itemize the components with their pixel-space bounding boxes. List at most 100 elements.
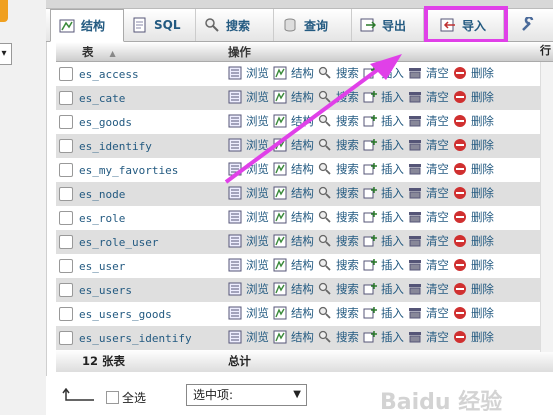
browse-action[interactable]: 浏览: [228, 233, 269, 249]
insert-icon: [363, 283, 377, 295]
database-select[interactable]: ▾: [0, 43, 12, 65]
insert-action[interactable]: 插入: [363, 209, 404, 225]
empty-icon: [408, 308, 421, 319]
insert-action[interactable]: 插入: [363, 233, 404, 249]
search-action[interactable]: 搜索: [318, 281, 359, 297]
insert-icon: [363, 259, 377, 271]
search-action[interactable]: 搜索: [318, 233, 359, 249]
browse-icon: [228, 282, 242, 296]
table-name-link[interactable]: es_user: [79, 260, 203, 273]
tab-structure[interactable]: 结构: [50, 9, 124, 42]
structure-action[interactable]: 结构: [273, 257, 314, 273]
row-checkbox[interactable]: [59, 307, 73, 322]
tab-operations[interactable]: [512, 9, 553, 41]
row-checkbox[interactable]: [59, 91, 73, 106]
import-highlight-box: [424, 6, 508, 43]
drop-action[interactable]: 删除: [453, 281, 494, 297]
row-checkbox[interactable]: [59, 115, 73, 130]
row-checkbox[interactable]: [59, 139, 73, 154]
drop-action[interactable]: 删除: [453, 89, 494, 105]
table-name-link[interactable]: es_users_goods: [79, 308, 203, 321]
search-action[interactable]: 搜索: [318, 257, 359, 273]
drop-action[interactable]: 删除: [453, 305, 494, 321]
select-all-checkbox[interactable]: [106, 391, 119, 404]
search-action[interactable]: 搜索: [318, 305, 359, 321]
row-checkbox[interactable]: [59, 235, 73, 250]
insert-action[interactable]: 插入: [363, 305, 404, 321]
table-name-link[interactable]: es_role_user: [79, 236, 203, 249]
browse-icon: [228, 210, 242, 224]
structure-icon: [273, 306, 287, 320]
row-checkbox[interactable]: [59, 163, 73, 178]
drop-action[interactable]: 删除: [453, 209, 494, 225]
browse-action[interactable]: 浏览: [228, 329, 269, 345]
drop-icon: [453, 163, 466, 175]
browse-icon: [228, 258, 242, 272]
row-checkbox[interactable]: [59, 259, 73, 274]
tab-export[interactable]: 导出: [352, 9, 424, 41]
table-column-header[interactable]: 表 ▲: [56, 42, 228, 62]
structure-action[interactable]: 结构: [273, 233, 314, 249]
table-name-link[interactable]: es_users: [79, 284, 203, 297]
row-checkbox[interactable]: [59, 67, 73, 82]
table-name-link[interactable]: es_users_identify: [79, 332, 203, 345]
insert-action[interactable]: 插入: [363, 257, 404, 273]
tab-search[interactable]: 搜索: [196, 9, 274, 41]
table-name-link[interactable]: es_cate: [79, 92, 203, 105]
structure-action[interactable]: 结构: [273, 305, 314, 321]
drop-action[interactable]: 删除: [453, 257, 494, 273]
empty-action[interactable]: 清空: [408, 65, 449, 81]
table-row: es_users_goods 浏览 结构 搜索 插入 清空 删除: [56, 302, 553, 326]
select-all-label[interactable]: 全选: [122, 389, 146, 406]
empty-action[interactable]: 清空: [408, 209, 449, 225]
empty-action[interactable]: 清空: [408, 113, 449, 129]
table-name-link[interactable]: es_node: [79, 188, 203, 201]
drop-action[interactable]: 删除: [453, 137, 494, 153]
search-action[interactable]: 搜索: [318, 209, 359, 225]
with-selected-dropdown[interactable]: 选中项: ▼: [186, 384, 307, 406]
drop-icon: [453, 139, 466, 151]
table-name-link[interactable]: es_role: [79, 212, 203, 225]
row-checkbox[interactable]: [59, 211, 73, 226]
browse-action[interactable]: 浏览: [228, 281, 269, 297]
drop-icon: [453, 259, 466, 271]
browse-action[interactable]: 浏览: [228, 257, 269, 273]
browse-action[interactable]: 浏览: [228, 209, 269, 225]
browse-action[interactable]: 浏览: [228, 305, 269, 321]
drop-action[interactable]: 删除: [453, 113, 494, 129]
drop-action[interactable]: 删除: [453, 65, 494, 81]
drop-action[interactable]: 删除: [453, 233, 494, 249]
table-name-link[interactable]: es_goods: [79, 116, 203, 129]
browse-icon: [228, 330, 242, 344]
row-checkbox[interactable]: [59, 331, 73, 346]
empty-action[interactable]: 清空: [408, 137, 449, 153]
drop-action[interactable]: 删除: [453, 185, 494, 201]
row-checkbox[interactable]: [59, 283, 73, 298]
empty-action[interactable]: 清空: [408, 89, 449, 105]
empty-icon: [408, 236, 421, 247]
empty-action[interactable]: 清空: [408, 233, 449, 249]
drop-action[interactable]: 删除: [453, 329, 494, 345]
tab-query[interactable]: 查询: [274, 9, 352, 41]
empty-action[interactable]: 清空: [408, 329, 449, 345]
empty-action[interactable]: 清空: [408, 257, 449, 273]
structure-action[interactable]: 结构: [273, 281, 314, 297]
empty-action[interactable]: 清空: [408, 305, 449, 321]
table-row: es_role 浏览 结构 搜索 插入 清空 删除: [56, 206, 553, 230]
structure-action[interactable]: 结构: [273, 209, 314, 225]
table-name-link[interactable]: es_identify: [79, 140, 203, 153]
empty-action[interactable]: 清空: [408, 185, 449, 201]
table-name-link[interactable]: es_access: [79, 68, 203, 81]
insert-action[interactable]: 插入: [363, 329, 404, 345]
insert-action[interactable]: 插入: [363, 281, 404, 297]
search-action[interactable]: 搜索: [318, 329, 359, 345]
structure-action[interactable]: 结构: [273, 329, 314, 345]
table-name-link[interactable]: es_my_favorties: [79, 164, 203, 177]
drop-action[interactable]: 删除: [453, 161, 494, 177]
row-checkbox[interactable]: [59, 187, 73, 202]
search-icon: [318, 234, 331, 247]
tab-sql[interactable]: SQL: [124, 9, 196, 41]
insert-icon: [363, 331, 377, 343]
empty-action[interactable]: 清空: [408, 281, 449, 297]
empty-action[interactable]: 清空: [408, 161, 449, 177]
